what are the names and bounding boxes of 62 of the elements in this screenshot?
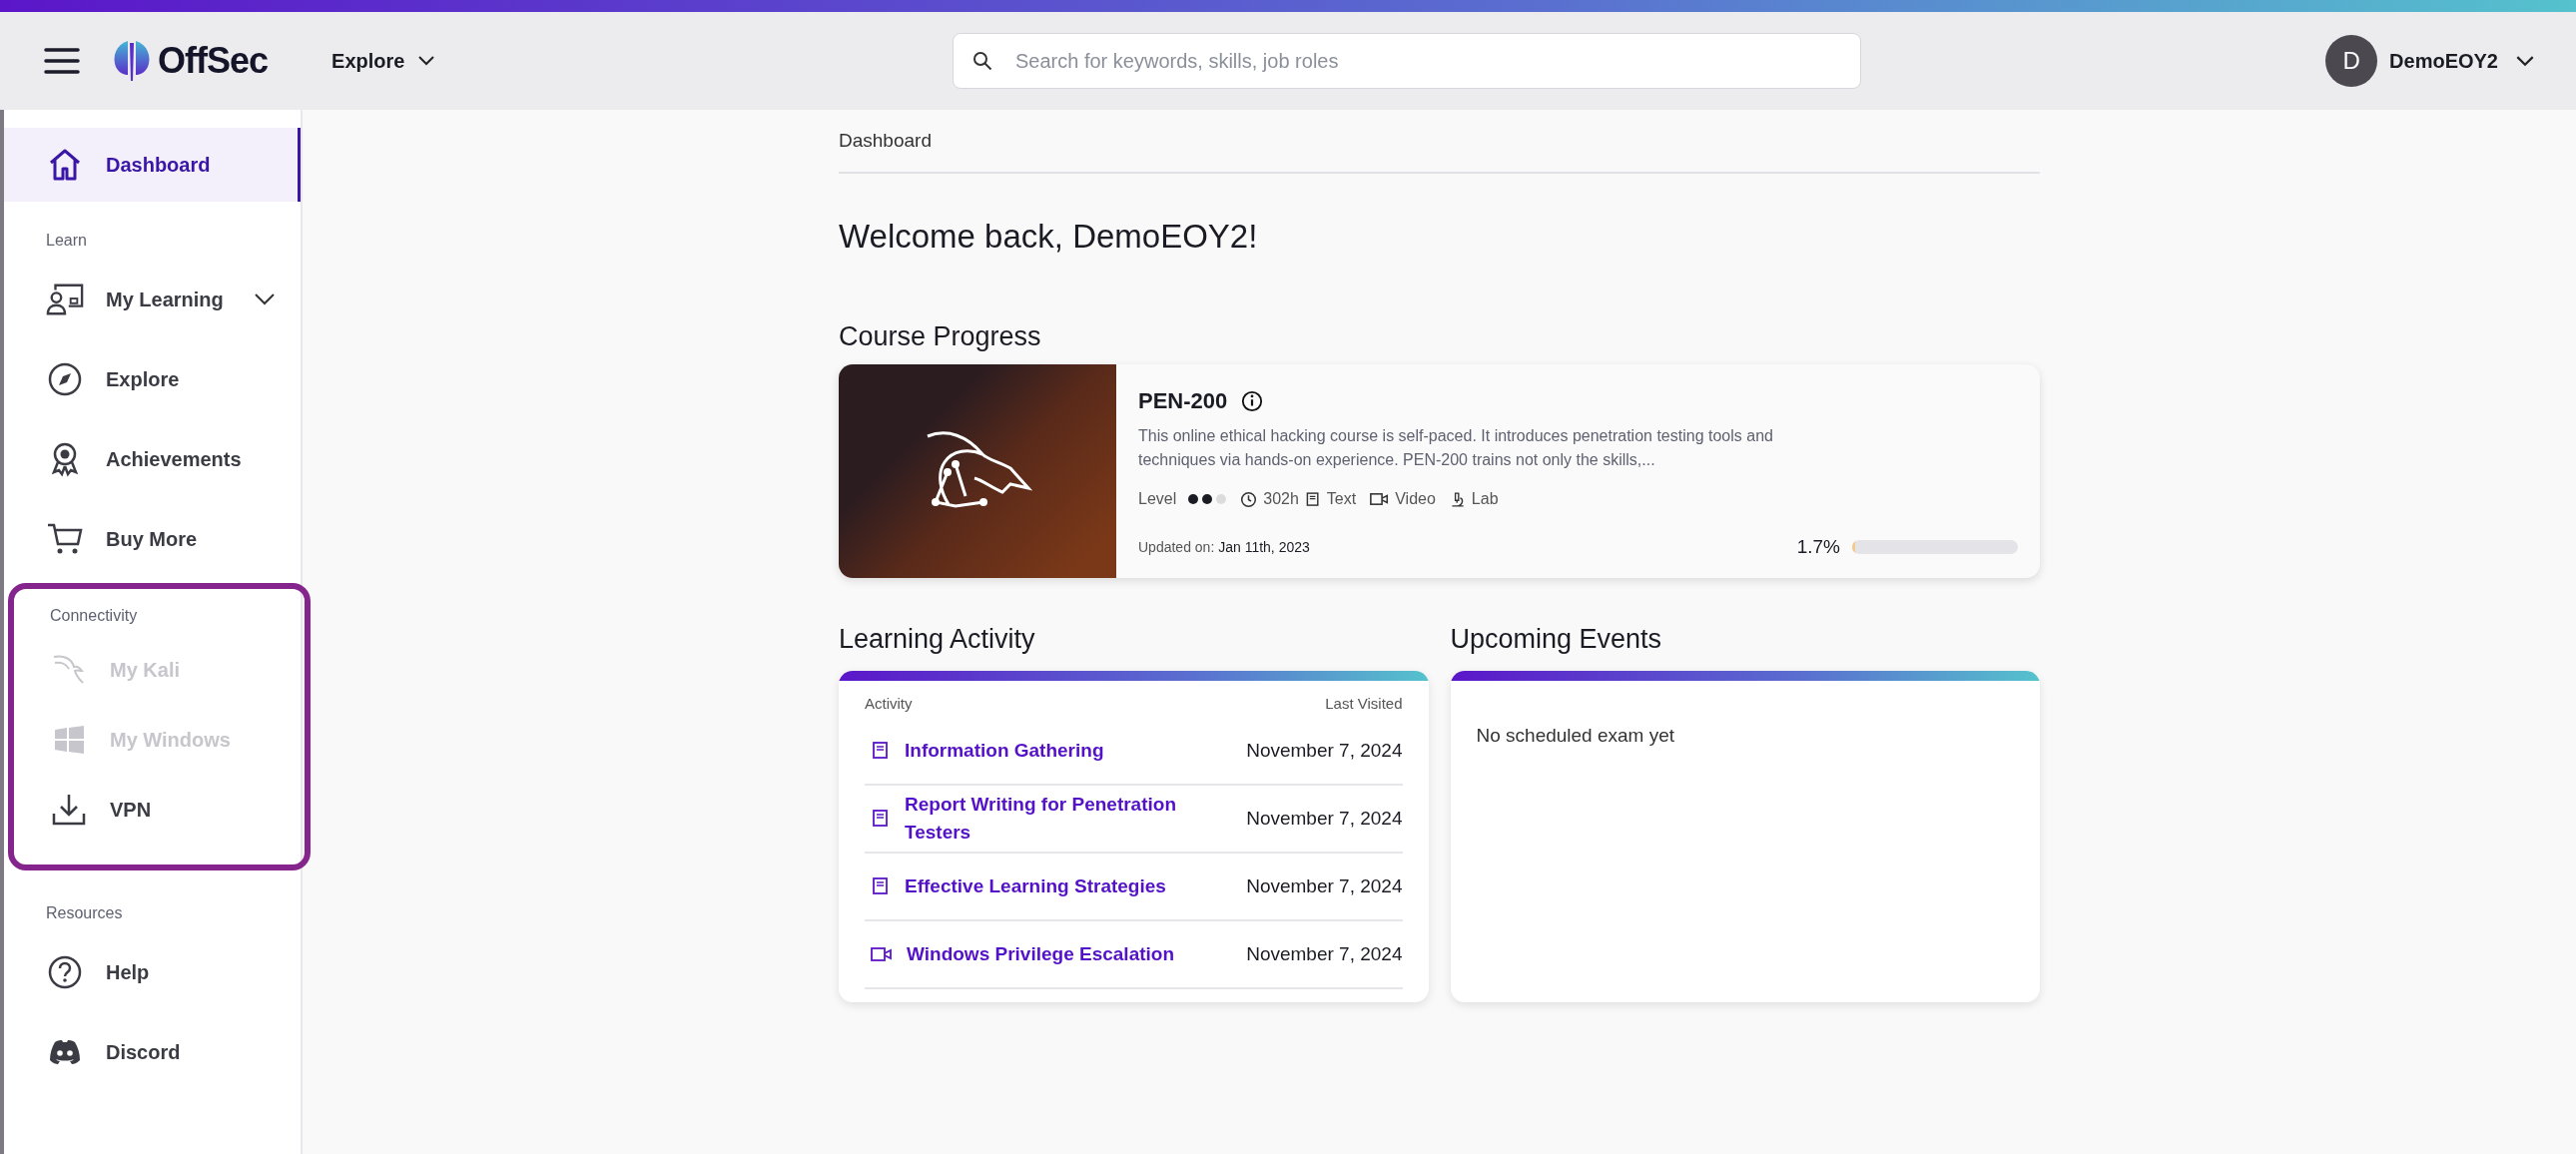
book-icon <box>1304 490 1321 508</box>
section-title: Course Progress <box>839 321 1042 352</box>
download-icon <box>50 792 88 828</box>
format-label: Lab <box>1471 490 1499 508</box>
column-header: Activity <box>865 695 913 712</box>
logo-text[interactable]: OffSec <box>158 40 269 82</box>
book-icon <box>871 809 891 829</box>
welcome-heading: Welcome back, DemoEOY2! <box>839 218 1259 256</box>
section-heading: Resources <box>45 903 124 923</box>
clock-icon <box>1240 490 1258 508</box>
logo-icon <box>112 39 152 83</box>
visited-date: November 7, 2024 <box>1245 807 1403 832</box>
visited-date: November 7, 2024 <box>1245 739 1403 764</box>
video-camera-icon <box>871 946 893 962</box>
progress-percent: 1.7% <box>1796 536 1840 558</box>
duration: 302h <box>1263 490 1299 508</box>
sidebar-item[interactable]: Dashboard <box>4 128 301 202</box>
format-label: Text <box>1326 490 1357 508</box>
search-icon <box>972 51 992 71</box>
course-title[interactable]: PEN-200 <box>1138 388 1228 414</box>
visited-date: November 7, 2024 <box>1245 874 1403 899</box>
activity-link[interactable]: Windows Privilege Escalation <box>907 940 1206 968</box>
sidebar-item[interactable]: Help <box>4 932 301 1012</box>
sidebar-item[interactable]: Discord <box>4 1012 301 1092</box>
user-avatar[interactable]: D <box>2325 35 2378 87</box>
chevron-down-icon[interactable] <box>255 293 275 305</box>
microscope-icon <box>1449 490 1466 508</box>
video-camera-icon <box>1370 492 1390 506</box>
activity-link[interactable]: Information Gathering <box>905 737 1204 765</box>
chevron-down-icon[interactable] <box>2516 55 2534 67</box>
section-title: Learning Activity <box>839 624 1036 655</box>
book-icon <box>871 876 891 896</box>
section-heading: Learn <box>45 231 88 251</box>
breadcrumb: Dashboard <box>839 130 2040 174</box>
level-label: Level <box>1138 490 1177 508</box>
course-description: This online ethical hacking course is self-paced. It introduces penetration testing tools and techniques via hands-on experience. PEN-200 trains not only the skills,... <box>1138 426 1774 470</box>
course-card[interactable] <box>839 364 2040 578</box>
chevron-down-icon <box>418 56 435 66</box>
compass-icon <box>46 361 84 397</box>
sidebar-item[interactable]: My Learning <box>4 260 301 339</box>
book-icon <box>871 741 891 761</box>
explore-menu-button[interactable]: Explore <box>325 43 441 79</box>
sidebar-item[interactable]: VPN <box>14 775 305 845</box>
column-header: Last Visited <box>1325 695 1403 712</box>
sidebar-item[interactable]: Explore <box>4 339 301 419</box>
person-screen-icon <box>46 282 84 317</box>
updated-date: Jan 11th, 2023 <box>1218 539 1310 555</box>
activity-link[interactable]: Effective Learning Strategies <box>905 872 1204 900</box>
updated-label: Updated on: <box>1138 539 1215 555</box>
sidebar-item[interactable]: Achievements <box>4 419 301 499</box>
search-field[interactable]: Search for keywords, skills, job roles <box>953 33 1861 89</box>
sidebar-item[interactable]: Buy More <box>4 499 301 579</box>
format-label: Video <box>1395 490 1436 508</box>
section-title: Upcoming Events <box>1450 624 1663 655</box>
help-icon <box>46 954 84 990</box>
info-icon[interactable] <box>1241 390 1264 412</box>
section-heading: Connectivity <box>49 606 139 626</box>
empty-message: No scheduled exam yet <box>1476 725 1676 747</box>
menu-icon[interactable] <box>44 47 80 75</box>
activity-link[interactable]: Report Writing for Penetration Testers <box>905 791 1204 847</box>
user-name[interactable]: DemoEOY2 <box>2389 49 2498 73</box>
visited-date: November 7, 2024 <box>1245 942 1403 967</box>
